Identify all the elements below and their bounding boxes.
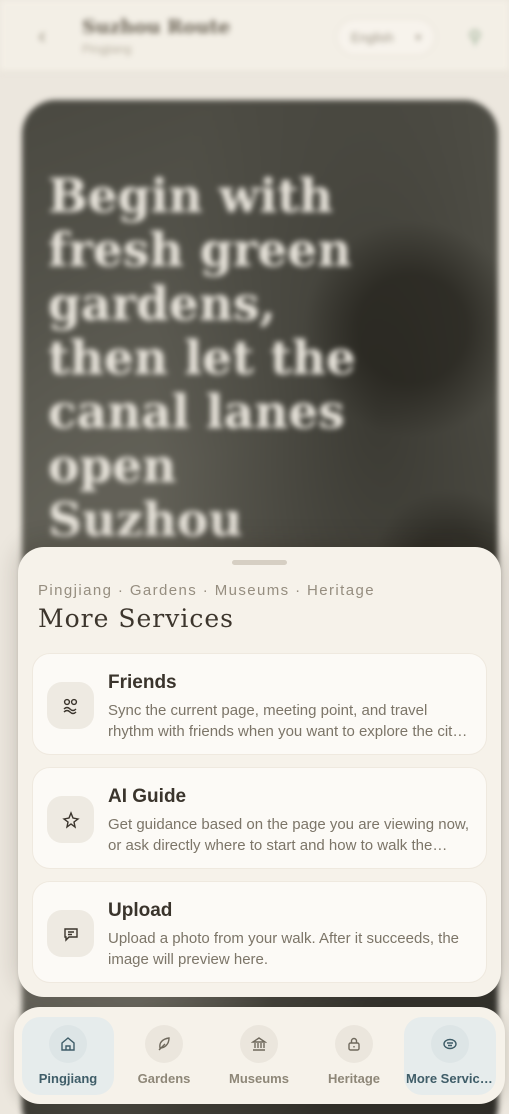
nav-item-gardens[interactable]: Gardens xyxy=(118,1017,210,1095)
lock-icon xyxy=(335,1025,373,1063)
card-title: Upload xyxy=(108,900,173,921)
bottom-nav: Pingjiang Gardens Museums Heritage More … xyxy=(14,1007,505,1104)
service-card-friends[interactable]: Friends Sync the current page, meeting p… xyxy=(32,653,487,755)
profile-icon[interactable]: ⚲ xyxy=(462,24,488,50)
back-button[interactable]: ‹ xyxy=(28,22,56,50)
leaf-icon xyxy=(145,1025,183,1063)
museum-icon xyxy=(240,1025,278,1063)
chevron-down-icon: ▾ xyxy=(415,32,421,44)
hero-title: Begin with fresh green gardens, then let… xyxy=(48,169,356,548)
card-description: Sync the current page, meeting point, an… xyxy=(108,702,460,740)
nav-label: Gardens xyxy=(137,1071,191,1086)
card-description: Get guidance based on the page you are v… xyxy=(108,816,470,854)
nav-item-museums[interactable]: Museums xyxy=(213,1017,305,1095)
sparkle-icon xyxy=(47,796,94,843)
more-services-sheet: Pingjiang · Gardens · Museums · Heritage… xyxy=(18,547,501,997)
language-label: English xyxy=(351,30,394,45)
sheet-title: More Services xyxy=(38,604,234,633)
nav-item-more-services[interactable]: More Services xyxy=(404,1017,496,1095)
card-title: Friends xyxy=(108,672,177,693)
home-icon xyxy=(49,1025,87,1063)
nav-label: Pingjiang xyxy=(38,1071,98,1086)
service-card-ai-guide[interactable]: AI Guide Get guidance based on the page … xyxy=(32,767,487,869)
nav-item-heritage[interactable]: Heritage xyxy=(308,1017,400,1095)
language-selector[interactable]: English ▾ xyxy=(336,18,436,56)
nav-item-pingjiang[interactable]: Pingjiang xyxy=(22,1017,114,1095)
sheet-grabber[interactable] xyxy=(232,560,287,565)
service-card-upload[interactable]: Upload Upload a photo from your walk. Af… xyxy=(32,881,487,983)
breadcrumb: Pingjiang · Gardens · Museums · Heritage xyxy=(38,582,375,599)
top-bar: ‹ Suzhou Route Pingjiang English ▾ ⚲ xyxy=(0,0,509,72)
site-subtitle: Pingjiang xyxy=(82,42,132,56)
nav-label: More Services xyxy=(406,1071,495,1086)
services-icon xyxy=(431,1025,469,1063)
card-title: AI Guide xyxy=(108,786,187,807)
site-title: Suzhou Route xyxy=(82,16,231,38)
card-description: Upload a photo from your walk. After it … xyxy=(108,930,460,968)
message-icon xyxy=(47,910,94,957)
nav-label: Heritage xyxy=(327,1071,381,1086)
nav-label: Museums xyxy=(229,1071,289,1086)
friends-icon xyxy=(47,682,94,729)
